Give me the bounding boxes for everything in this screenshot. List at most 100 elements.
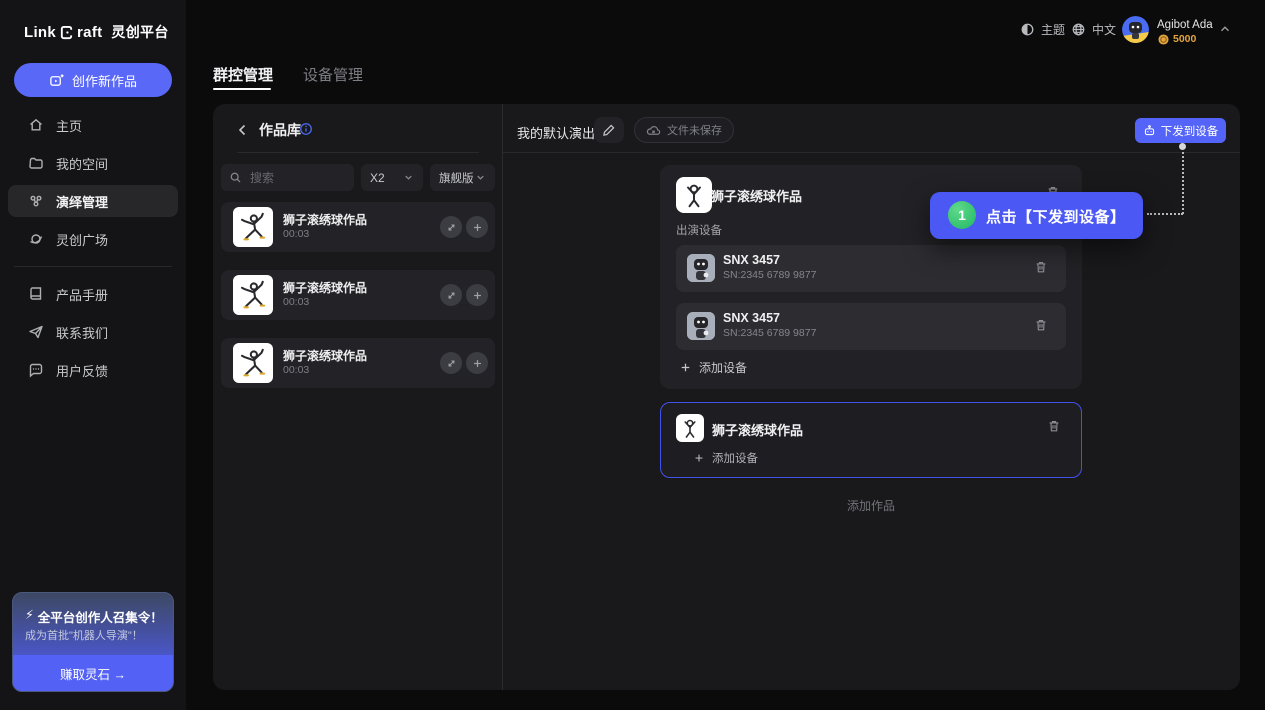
logo-text-link: Link [24,24,56,41]
library-work-item[interactable]: 狮子滚绣球作品 00:03 [221,270,495,320]
user-avatar[interactable] [1122,16,1149,43]
coin-balance: 5000 [1158,33,1196,45]
chat-icon [28,362,44,378]
group-icon [28,193,44,209]
sidebar-item-performance-management[interactable]: 演绎管理 [8,185,178,217]
sidebar-item-user-feedback[interactable]: 用户反馈 [8,354,178,386]
work-thumbnail [233,343,273,383]
create-work-label: 创作新作品 [72,71,137,90]
sidebar-item-product-manual[interactable]: 产品手册 [8,278,178,310]
add-work-to-stage-button[interactable] [466,284,488,306]
coin-icon [1158,34,1169,45]
devices-label: 出演设备 [676,222,722,238]
book-icon [28,286,44,302]
work-title: 狮子滚绣球作品 [283,347,367,364]
device-row: SNX 3457 SN:2345 6789 9877 [676,303,1066,350]
tab-device-management[interactable]: 设备管理 [303,64,363,85]
sidebar-item-label: 灵创广场 [56,230,108,249]
language-label: 中文 [1092,21,1116,38]
work-duration: 00:03 [283,296,309,308]
device-name: SNX 3457 [723,311,780,325]
add-device-button[interactable]: 添加设备 [680,359,747,376]
remove-device-icon[interactable] [1034,318,1048,332]
sidebar-divider [14,266,172,267]
work-title: 狮子滚绣球作品 [283,279,367,296]
device-avatar [687,312,715,340]
logo-text-cn: 灵创平台 [111,22,168,42]
onboarding-tooltip: 1 点击【下发到设备】 [930,192,1143,239]
info-icon[interactable] [299,122,313,136]
collapse-chevron[interactable] [1218,22,1232,36]
library-work-item[interactable]: 狮子滚绣球作品 00:03 [221,338,495,388]
add-device-button[interactable]: 添加设备 [694,450,758,466]
pencil-icon [602,123,616,137]
deploy-button-label: 下发到设备 [1161,123,1219,139]
sidebar-item-label: 主页 [56,116,82,135]
sidebar-item-my-space[interactable]: 我的空间 [8,147,178,179]
paper-plane-icon [28,324,44,340]
globe-icon [1071,22,1086,37]
guide-connector-hline [1147,213,1183,215]
robot-icon [1143,124,1156,137]
stage-divider [503,152,1240,153]
sidebar-item-contact-us[interactable]: 联系我们 [8,316,178,348]
work-duration: 00:03 [283,364,309,376]
show-title: 我的默认演出1 [517,123,602,142]
home-icon [28,117,44,133]
sidebar: Link raft 灵创平台 创作新作品 主页 我的空间 演绎管理 灵创广场 [0,0,186,710]
expand-work-button[interactable] [440,352,462,374]
expand-work-button[interactable] [440,284,462,306]
search-box [221,164,354,191]
delete-work-icon[interactable] [1047,419,1061,433]
work-thumbnail [676,414,704,442]
save-status-label: 文件未保存 [667,122,722,138]
search-input[interactable] [248,170,346,186]
device-serial: SN:2345 6789 9877 [723,269,816,281]
tab-group-control[interactable]: 群控管理 [213,64,273,85]
sidebar-item-label: 用户反馈 [56,361,108,380]
library-work-item[interactable]: 狮子滚绣球作品 00:03 [221,202,495,252]
remove-device-icon[interactable] [1034,260,1048,274]
user-name: Agibot Ada [1157,19,1213,31]
expand-work-button[interactable] [440,216,462,238]
add-work-to-stage-button[interactable] [466,352,488,374]
logo-text-raft: raft [77,24,102,41]
create-work-button[interactable]: 创作新作品 [14,63,172,97]
video-plus-icon [49,73,64,88]
add-device-label: 添加设备 [699,359,747,376]
edit-title-button[interactable] [594,117,624,143]
work-duration: 00:03 [283,228,309,240]
tooltip-label: 点击【下发到设备】 [986,206,1126,227]
plus-icon [680,362,691,373]
work-thumbnail [233,275,273,315]
sidebar-item-home[interactable]: 主页 [8,109,178,141]
sidebar-item-label: 我的空间 [56,154,108,173]
sidebar-item-label: 演绎管理 [56,192,108,211]
coin-amount: 5000 [1173,33,1196,45]
save-status-pill: 文件未保存 [634,117,734,143]
add-work-button[interactable]: 添加作品 [660,497,1082,514]
language-switch[interactable]: 中文 [1071,21,1116,38]
logo-c-icon [59,25,74,40]
theme-label: 主题 [1041,21,1065,38]
back-button[interactable] [235,122,251,138]
search-icon [229,171,242,184]
plus-icon [694,453,704,463]
arrow-left-icon [235,122,251,138]
deploy-to-device-button[interactable]: 下发到设备 [1135,118,1226,143]
earn-gems-button[interactable]: 赚取灵石 → [13,655,173,691]
theme-toggle[interactable]: 主题 [1020,21,1065,38]
device-serial: SN:2345 6789 9877 [723,327,816,339]
library-title: 作品库 [259,120,301,140]
lightning-icon: ⚡ [25,607,34,626]
guide-connector-vline [1182,152,1184,214]
guide-connector-dot [1179,143,1186,150]
sidebar-item-plaza[interactable]: 灵创广场 [8,223,178,255]
active-tab-underline [213,88,271,90]
version-filter-dropdown[interactable]: 旗舰版 [430,164,495,191]
add-work-to-stage-button[interactable] [466,216,488,238]
promo-subtitle: 成为首批"机器人导演"！ [25,627,143,643]
stage-work-card-selected[interactable]: 狮子滚绣球作品 添加设备 [660,402,1082,478]
speed-filter-dropdown[interactable]: X2 [361,164,423,191]
brand-logo: Link raft 灵创平台 [24,20,169,44]
